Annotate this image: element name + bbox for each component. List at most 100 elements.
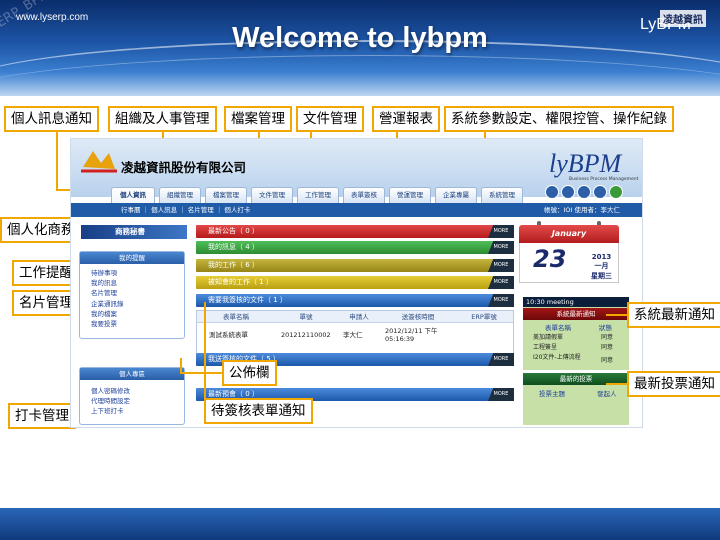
tab-enterprise[interactable]: 企業專屬 bbox=[435, 187, 477, 203]
bar-pending-approval[interactable]: 需要我簽核的文件（ 1 ） MORE bbox=[196, 294, 514, 307]
more-button[interactable]: MORE bbox=[488, 225, 514, 238]
table-header: 表單名稱 bbox=[197, 311, 275, 323]
sidebar-item-clock-in[interactable]: 上下班打卡 bbox=[80, 406, 184, 416]
calendar-month-zh: 一月 bbox=[594, 262, 609, 270]
table-header: 單號 bbox=[275, 311, 337, 323]
bar-my-work[interactable]: 我的工作（ 6 ） MORE bbox=[196, 259, 514, 272]
reminder-box: 我的提醒 待辦事項 我的訊息 名片管理 企業通訊錄 我的檔案 我要投票 bbox=[79, 251, 185, 339]
connector-line bbox=[606, 383, 628, 385]
bar-announcements-label: 最新公告（ 0 ） bbox=[208, 227, 259, 235]
table-cell: 2012/12/11 下午 05:16:39 bbox=[385, 327, 438, 343]
company-logo bbox=[79, 145, 119, 177]
connector-line bbox=[180, 372, 222, 374]
vote-panel: 最新的投票 投票主題 發起人 bbox=[523, 373, 629, 425]
sidebar-item-vote[interactable]: 我要投票 bbox=[80, 319, 184, 329]
bar-notified-work-label: 被知會的工作（ 1 ） bbox=[208, 278, 273, 286]
callout-bulletin: 公佈欄 bbox=[222, 360, 277, 386]
personal-box-title: 個人專區 bbox=[80, 368, 184, 380]
table-cell: 201212110002 bbox=[281, 331, 331, 339]
sidebar-secretary-header[interactable]: 商務秘書 bbox=[81, 225, 187, 239]
callout-clock-mgmt: 打卡管理 bbox=[8, 403, 76, 429]
callout-sys-params: 系統參數設定、權限控管、操作紀錄 bbox=[444, 106, 674, 132]
table-cell: 李大仁 bbox=[343, 331, 363, 339]
sidebar-item-todo[interactable]: 待辦事項 bbox=[80, 268, 184, 278]
company-name: 凌越資訊股份有限公司 bbox=[121, 160, 247, 175]
lybpm-logo: lyBPM Business Process Management bbox=[539, 143, 639, 185]
bar-meetings-label: 最新預會（ 0 ） bbox=[208, 390, 259, 398]
pending-approval-table: 表單名稱 單號 申請人 送簽核時間 ERP單號 測試系統表單 201212110… bbox=[196, 310, 514, 355]
notice-row-status: 同意 bbox=[601, 344, 614, 351]
sidebar-item-password[interactable]: 個人密碼修改 bbox=[80, 386, 184, 396]
main-tabs: 個人資訊 組織管理 檔案管理 文件管理 工作管理 表單簽核 營運管理 企業專屬 … bbox=[71, 187, 642, 203]
sidebar-item-proxy-time[interactable]: 代理時間設定 bbox=[80, 396, 184, 406]
more-button[interactable]: MORE bbox=[488, 388, 514, 401]
page-title: Welcome to lybpm bbox=[232, 22, 488, 54]
sidebar-item-messages[interactable]: 我的訊息 bbox=[80, 278, 184, 288]
reminder-box-title: 我的提醒 bbox=[80, 252, 184, 264]
callout-doc-mgmt: 文件管理 bbox=[296, 106, 364, 132]
more-button[interactable]: MORE bbox=[488, 241, 514, 254]
footer-url[interactable]: www.lyserp.com bbox=[16, 12, 88, 23]
bar-my-work-label: 我的工作（ 6 ） bbox=[208, 261, 259, 269]
table-header: 送簽核時間 bbox=[381, 311, 455, 323]
more-button[interactable]: MORE bbox=[488, 276, 514, 289]
callout-latest-notice: 系統最新通知 bbox=[627, 302, 720, 328]
table-header: 表單名稱 bbox=[545, 324, 571, 332]
system-notice-panel: 系統最新通知 表單名稱 狀態 美加請假單 同意 工程簽呈 同意 I20文件-上傳… bbox=[523, 307, 629, 370]
notice-row-status: 同意 bbox=[601, 334, 614, 341]
calendar-day: 23 bbox=[533, 245, 567, 273]
personal-box: 個人專區 個人密碼修改 代理時間設定 上下班打卡 bbox=[79, 367, 185, 425]
sidebar-item-cards[interactable]: 名片管理 bbox=[80, 288, 184, 298]
tab-doc-mgmt[interactable]: 文件管理 bbox=[251, 187, 293, 203]
callout-pending-approval: 待簽核表單通知 bbox=[204, 398, 313, 424]
table-header: 發起人 bbox=[597, 390, 617, 398]
table-header: 投票主題 bbox=[539, 390, 565, 398]
tab-work-mgmt[interactable]: 工作管理 bbox=[297, 187, 339, 203]
more-button[interactable]: MORE bbox=[488, 353, 514, 366]
calendar-widget: January 23 2013 一月 星期三 bbox=[519, 221, 619, 289]
connector-line bbox=[204, 302, 206, 398]
calendar-weekday: 星期三 bbox=[591, 272, 612, 280]
notice-row-name[interactable]: 工程簽呈 bbox=[533, 344, 557, 351]
calendar-year: 2013 bbox=[591, 253, 612, 261]
bar-pending-approval-label: 需要我簽核的文件（ 1 ） bbox=[208, 296, 287, 304]
tab-file-mgmt[interactable]: 檔案管理 bbox=[205, 187, 247, 203]
bar-notified-work[interactable]: 被知會的工作（ 1 ） MORE bbox=[196, 276, 514, 289]
callout-ops-report: 營運報表 bbox=[372, 106, 440, 132]
notice-row-name[interactable]: I20文件-上傳流程 bbox=[533, 354, 585, 361]
more-button[interactable]: MORE bbox=[488, 294, 514, 307]
lybpm-logo-text: lyBPM bbox=[549, 149, 622, 178]
tab-personal-info[interactable]: 個人資訊 bbox=[111, 187, 155, 203]
bar-messages[interactable]: 我的訊息（ 4 ） MORE bbox=[196, 241, 514, 254]
calendar-month: January bbox=[519, 225, 619, 243]
bar-messages-label: 我的訊息（ 4 ） bbox=[208, 243, 259, 251]
callout-file-mgmt: 檔案管理 bbox=[224, 106, 292, 132]
footer-brand: 凌越資訊 bbox=[660, 10, 706, 27]
tab-org-mgmt[interactable]: 組織管理 bbox=[159, 187, 201, 203]
table-header: 狀態 bbox=[599, 324, 612, 332]
sub-navigation: 行事曆 ｜ 個人訊息 ｜ 名片管理 ｜ 個人打卡 帳號：IOI 使用者：李大仁 bbox=[71, 203, 642, 217]
erp-screen: 凌越資訊股份有限公司 lyBPM Business Process Manage… bbox=[70, 138, 643, 428]
subnav-links[interactable]: 行事曆 ｜ 個人訊息 ｜ 名片管理 ｜ 個人打卡 bbox=[121, 206, 250, 214]
user-info: 帳號：IOI 使用者：李大仁 bbox=[543, 206, 620, 214]
bar-announcements[interactable]: 最新公告（ 0 ） MORE bbox=[196, 225, 514, 238]
connector-line bbox=[56, 132, 58, 190]
tab-ops-mgmt[interactable]: 營運管理 bbox=[389, 187, 431, 203]
table-header: 申請人 bbox=[337, 311, 381, 323]
notice-row-status: 同意 bbox=[601, 357, 614, 364]
sidebar-item-my-files[interactable]: 我的檔案 bbox=[80, 309, 184, 319]
footer-bar bbox=[0, 508, 720, 540]
sidebar-item-directory[interactable]: 企業通訊錄 bbox=[80, 299, 184, 309]
calendar-date-info: 2013 一月 星期三 bbox=[591, 253, 612, 281]
callout-personal-notice: 個人訊息通知 bbox=[4, 106, 99, 132]
more-button[interactable]: MORE bbox=[488, 259, 514, 272]
connector-line bbox=[606, 314, 628, 316]
callout-latest-vote: 最新投票通知 bbox=[627, 371, 720, 397]
tab-form-approval[interactable]: 表單簽核 bbox=[343, 187, 385, 203]
meeting-ticker: 10:30 meeting bbox=[523, 297, 629, 307]
lybpm-logo-subtitle: Business Process Management bbox=[569, 177, 639, 182]
table-header: ERP單號 bbox=[455, 311, 513, 323]
table-cell[interactable]: 測試系統表單 bbox=[209, 331, 248, 339]
notice-row-name[interactable]: 美加請假單 bbox=[533, 334, 563, 341]
tab-system-mgmt[interactable]: 系統管理 bbox=[481, 187, 523, 203]
